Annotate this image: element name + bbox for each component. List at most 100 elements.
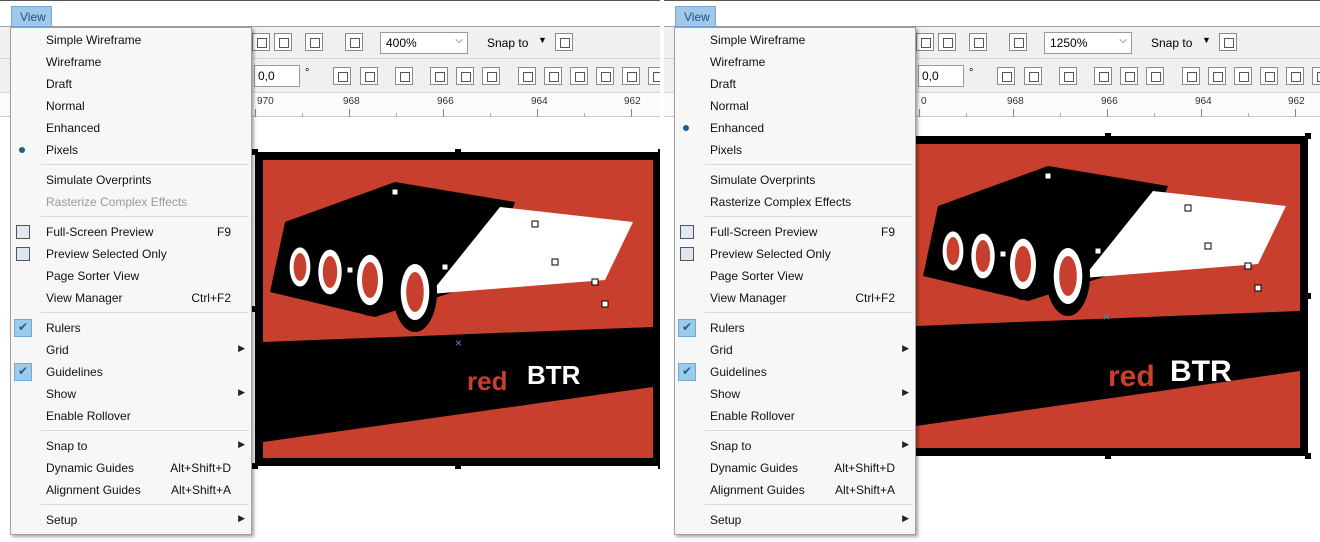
intersect-icon[interactable] (570, 67, 588, 85)
menu-item-pixels[interactable]: Pixels (675, 139, 915, 161)
zoom-level-select[interactable]: 400% ⌵ (380, 32, 468, 54)
front-minus-back-icon[interactable] (622, 67, 640, 85)
menu-item-preview-selected-only[interactable]: Preview Selected Only (675, 243, 915, 265)
menu-item-rulers[interactable]: Rulers (11, 317, 251, 339)
mirror-vertical-icon[interactable] (360, 67, 378, 85)
mirror-horizontal-icon[interactable] (333, 67, 351, 85)
trim-icon[interactable] (544, 67, 562, 85)
menu-item-shortcut: F9 (216, 225, 231, 239)
angle-field[interactable]: 0,0 (254, 65, 300, 87)
menu-item-label: Guidelines (46, 365, 103, 379)
publish-icon[interactable] (305, 33, 323, 51)
menu-item-draft[interactable]: Draft (11, 73, 251, 95)
export-icon[interactable] (274, 33, 292, 51)
menu-item-full-screen-preview[interactable]: Full-Screen Preview F9 (11, 221, 251, 243)
export-icon[interactable] (938, 33, 956, 51)
menu-item-show[interactable]: Show ▶ (675, 383, 915, 405)
menu-item-rulers[interactable]: Rulers (675, 317, 915, 339)
options-icon[interactable] (555, 33, 573, 51)
distribute-icon[interactable] (1120, 67, 1138, 85)
menu-item-label: Full-Screen Preview (46, 225, 154, 239)
full-screen-icon[interactable] (1009, 33, 1027, 51)
menu-item-simulate-overprints[interactable]: Simulate Overprints (675, 169, 915, 191)
simplify-icon[interactable] (596, 67, 614, 85)
menu-item-alignment-guides[interactable]: Alignment Guides Alt+Shift+A (11, 479, 251, 501)
menu-item-grid[interactable]: Grid ▶ (675, 339, 915, 361)
menu-item-show[interactable]: Show ▶ (11, 383, 251, 405)
angle-field[interactable]: 0,0 (918, 65, 964, 87)
menu-separator (705, 312, 913, 313)
snap-to-button[interactable]: Snap to (487, 36, 528, 50)
menu-item-dynamic-guides[interactable]: Dynamic Guides Alt+Shift+D (675, 457, 915, 479)
menu-item-enhanced[interactable]: Enhanced (675, 117, 915, 139)
weld-icon[interactable] (1182, 67, 1200, 85)
options-icon[interactable] (1219, 33, 1237, 51)
back-minus-front-icon[interactable] (1312, 67, 1320, 85)
weld-icon[interactable] (518, 67, 536, 85)
menu-item-shortcut: Alt+Shift+A (834, 483, 895, 497)
submenu-arrow-icon: ▶ (902, 439, 909, 449)
import-icon[interactable] (252, 33, 270, 51)
menu-item-normal[interactable]: Normal (675, 95, 915, 117)
checkmark-icon (678, 319, 696, 337)
menu-item-wireframe[interactable]: Wireframe (675, 51, 915, 73)
menu-item-preview-selected-only[interactable]: Preview Selected Only (11, 243, 251, 265)
menu-item-guidelines[interactable]: Guidelines (675, 361, 915, 383)
group-icon[interactable] (1059, 67, 1077, 85)
snap-dropdown-icon[interactable]: ▼ (538, 35, 547, 45)
menu-item-wireframe[interactable]: Wireframe (11, 51, 251, 73)
align-icon[interactable] (430, 67, 448, 85)
menu-item-snap-to[interactable]: Snap to ▶ (675, 435, 915, 457)
zoom-level-select[interactable]: 1250% ⌵ (1044, 32, 1132, 54)
trim-icon[interactable] (1208, 67, 1226, 85)
menu-item-page-sorter-view[interactable]: Page Sorter View (11, 265, 251, 287)
menu-item-snap-to[interactable]: Snap to ▶ (11, 435, 251, 457)
menu-item-rasterize-complex-effects[interactable]: Rasterize Complex Effects (675, 191, 915, 213)
menu-separator (41, 216, 249, 217)
menu-item-normal[interactable]: Normal (11, 95, 251, 117)
group-icon[interactable] (395, 67, 413, 85)
menu-item-page-sorter-view[interactable]: Page Sorter View (675, 265, 915, 287)
mirror-horizontal-icon[interactable] (997, 67, 1015, 85)
menu-item-simple-wireframe[interactable]: Simple Wireframe (675, 29, 915, 51)
menu-item-simulate-overprints[interactable]: Simulate Overprints (11, 169, 251, 191)
import-icon[interactable] (916, 33, 934, 51)
menu-item-enable-rollover[interactable]: Enable Rollover (675, 405, 915, 427)
menu-item-label: Dynamic Guides (46, 461, 135, 475)
chevron-down-icon: ⌵ (1119, 35, 1127, 46)
align-icon[interactable] (1094, 67, 1112, 85)
menu-item-view-manager[interactable]: View Manager Ctrl+F2 (11, 287, 251, 309)
menu-item-draft[interactable]: Draft (675, 73, 915, 95)
simplify-icon[interactable] (1260, 67, 1278, 85)
menu-item-grid[interactable]: Grid ▶ (11, 339, 251, 361)
intersect-icon[interactable] (1234, 67, 1252, 85)
menu-item-label: Simulate Overprints (46, 173, 152, 187)
menu-item-label: View Manager (46, 291, 123, 305)
snap-to-button[interactable]: Snap to (1151, 36, 1192, 50)
menu-item-enable-rollover[interactable]: Enable Rollover (11, 405, 251, 427)
chevron-down-icon: ⌵ (455, 35, 463, 46)
menu-item-label: Draft (46, 77, 73, 91)
full-screen-icon[interactable] (345, 33, 363, 51)
menu-item-alignment-guides[interactable]: Alignment Guides Alt+Shift+A (675, 479, 915, 501)
order-icon[interactable] (1146, 67, 1164, 85)
distribute-icon[interactable] (456, 67, 474, 85)
menu-item-pixels[interactable]: Pixels (11, 139, 251, 161)
front-minus-back-icon[interactable] (1286, 67, 1304, 85)
publish-icon[interactable] (969, 33, 987, 51)
back-minus-front-icon[interactable] (648, 67, 660, 85)
menu-item-simple-wireframe[interactable]: Simple Wireframe (11, 29, 251, 51)
menu-item-label: Wireframe (710, 55, 766, 69)
menu-item-full-screen-preview[interactable]: Full-Screen Preview F9 (675, 221, 915, 243)
order-icon[interactable] (482, 67, 500, 85)
view-menu[interactable]: View (675, 6, 716, 27)
snap-dropdown-icon[interactable]: ▼ (1202, 35, 1211, 45)
menu-item-setup[interactable]: Setup ▶ (11, 509, 251, 531)
menu-item-enhanced[interactable]: Enhanced (11, 117, 251, 139)
menu-item-view-manager[interactable]: View Manager Ctrl+F2 (675, 287, 915, 309)
menu-item-dynamic-guides[interactable]: Dynamic Guides Alt+Shift+D (11, 457, 251, 479)
mirror-vertical-icon[interactable] (1024, 67, 1042, 85)
view-menu[interactable]: View (11, 6, 52, 27)
menu-item-setup[interactable]: Setup ▶ (675, 509, 915, 531)
menu-item-guidelines[interactable]: Guidelines (11, 361, 251, 383)
